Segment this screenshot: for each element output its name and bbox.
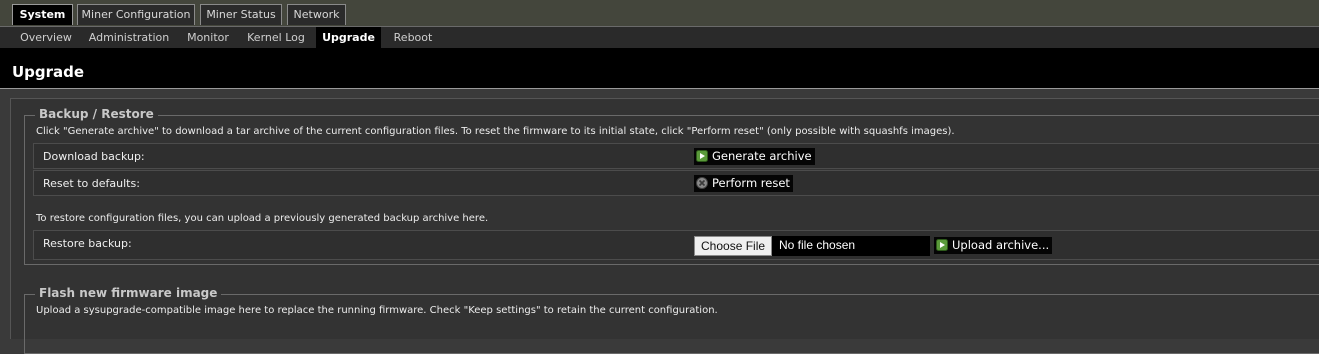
perform-reset-label: Perform reset xyxy=(712,176,790,190)
backup-restore-legend: Backup / Restore xyxy=(35,107,158,121)
main-content: Backup / Restore Click "Generate archive… xyxy=(10,98,1319,354)
sub-tab-bar: Overview Administration Monitor Kernel L… xyxy=(0,27,1319,48)
upload-archive-label: Upload archive... xyxy=(952,238,1050,252)
backup-restore-section: Backup / Restore Click "Generate archive… xyxy=(24,107,1319,265)
restore-backup-label: Restore backup: xyxy=(43,237,132,250)
tab-miner-status[interactable]: Miner Status xyxy=(200,4,282,25)
tab-monitor[interactable]: Monitor xyxy=(180,27,236,48)
download-backup-row: Download backup: Generate archive xyxy=(33,143,1319,169)
restore-description: To restore configuration files, you can … xyxy=(36,213,489,224)
tab-reboot[interactable]: Reboot xyxy=(388,27,438,48)
top-tab-bar: System Miner Configuration Miner Status … xyxy=(0,0,1319,27)
tab-system[interactable]: System xyxy=(12,4,73,25)
upload-archive-button[interactable]: Upload archive... xyxy=(934,237,1053,254)
play-icon xyxy=(696,150,708,162)
no-file-text: No file chosen xyxy=(779,238,856,252)
page-title: Upgrade xyxy=(12,63,85,81)
tab-administration[interactable]: Administration xyxy=(84,27,174,48)
tab-overview[interactable]: Overview xyxy=(14,27,78,48)
flash-description: Upload a sysupgrade-compatible image her… xyxy=(36,305,718,316)
header-divider xyxy=(0,88,1319,89)
reset-icon xyxy=(696,177,708,189)
reset-defaults-row: Reset to defaults: Perform reset xyxy=(33,170,1319,196)
tab-network[interactable]: Network xyxy=(287,4,346,25)
generate-archive-button[interactable]: Generate archive xyxy=(694,148,815,165)
play-icon xyxy=(936,239,948,251)
restore-backup-row: Restore backup: Choose File No file chos… xyxy=(33,230,1319,260)
download-backup-label: Download backup: xyxy=(43,150,145,163)
perform-reset-button[interactable]: Perform reset xyxy=(694,175,793,192)
flash-firmware-section: Flash new firmware image Upload a sysupg… xyxy=(24,286,1319,354)
file-input[interactable]: Choose File No file chosen xyxy=(694,236,930,256)
generate-archive-label: Generate archive xyxy=(712,149,812,163)
tab-upgrade[interactable]: Upgrade xyxy=(316,27,381,48)
page-header: Upgrade xyxy=(0,48,1319,89)
backup-description: Click "Generate archive" to download a t… xyxy=(36,126,955,137)
flash-firmware-legend: Flash new firmware image xyxy=(35,286,222,300)
tab-kernel-log[interactable]: Kernel Log xyxy=(241,27,311,48)
choose-file-button[interactable]: Choose File xyxy=(694,236,773,256)
reset-defaults-label: Reset to defaults: xyxy=(43,177,140,190)
tab-miner-configuration[interactable]: Miner Configuration xyxy=(77,4,195,25)
